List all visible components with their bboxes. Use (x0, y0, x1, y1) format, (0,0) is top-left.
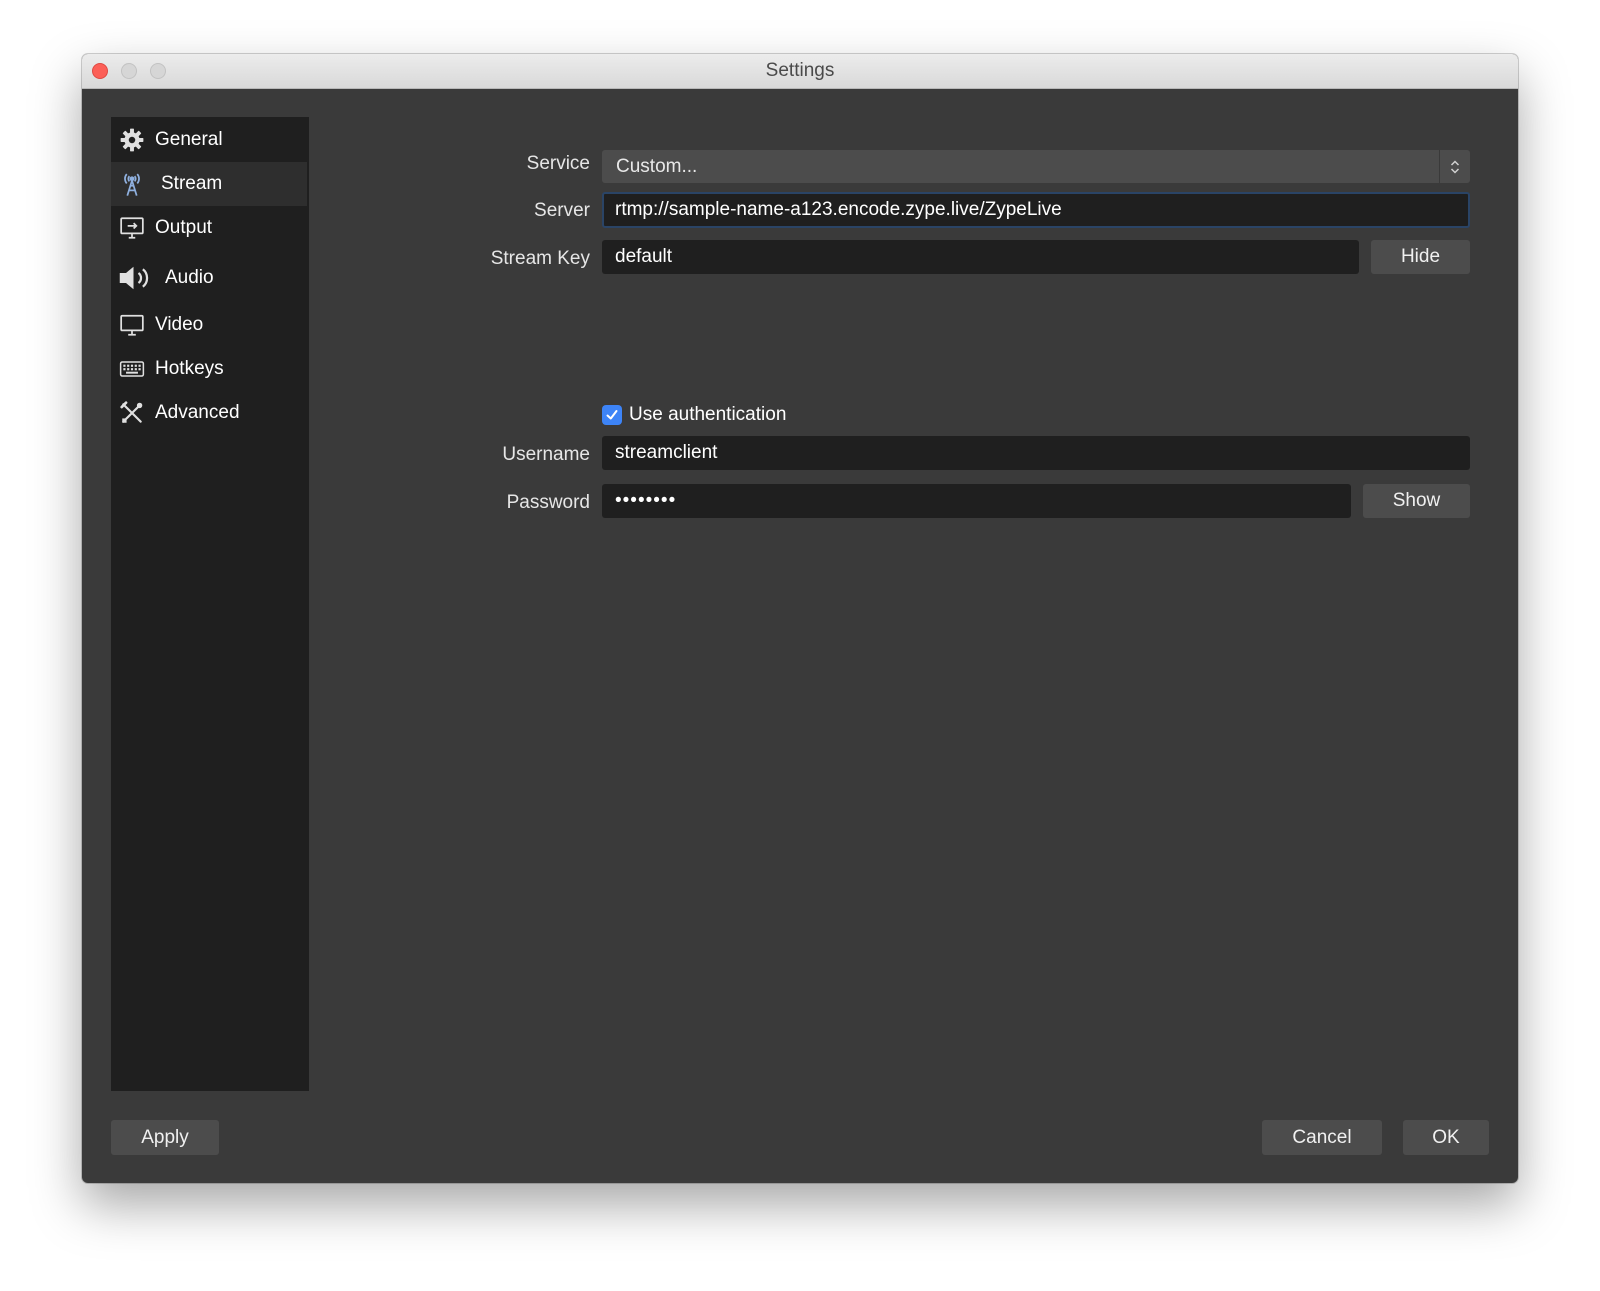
sidebar-item-advanced[interactable]: Advanced (111, 391, 307, 435)
service-label: Service (526, 153, 590, 174)
checkmark-icon (606, 410, 618, 420)
monitor-icon (117, 310, 147, 340)
sidebar-item-label: Output (155, 217, 213, 238)
ok-button[interactable]: OK (1403, 1120, 1489, 1155)
show-password-button[interactable]: Show (1363, 484, 1470, 518)
hide-stream-key-button[interactable]: Hide (1371, 240, 1470, 274)
select-stepper-icon (1439, 150, 1470, 183)
settings-window: Settings General Stream Output Audio Vid… (82, 54, 1518, 1183)
speaker-icon (117, 263, 155, 293)
sidebar-item-general[interactable]: General (111, 118, 307, 162)
username-label: Username (502, 444, 590, 465)
settings-sidebar: General Stream Output Audio Video Hotkey… (111, 117, 309, 1091)
password-label: Password (506, 492, 590, 513)
sidebar-item-label: Video (155, 314, 204, 335)
password-input[interactable]: •••••••• (602, 484, 1351, 518)
sidebar-item-label: Audio (165, 267, 214, 288)
password-value: •••••••• (615, 490, 677, 511)
service-select[interactable]: Custom... (602, 150, 1470, 183)
gear-icon (117, 125, 147, 155)
sidebar-item-stream[interactable]: Stream (111, 162, 307, 206)
sidebar-item-label: Stream (161, 173, 223, 194)
server-input[interactable]: rtmp://sample-name-a123.encode.zype.live… (602, 192, 1470, 228)
sidebar-item-hotkeys[interactable]: Hotkeys (111, 347, 307, 391)
window-title: Settings (765, 60, 835, 81)
sidebar-item-video[interactable]: Video (111, 303, 307, 347)
stream-key-input[interactable]: default (602, 240, 1359, 274)
sidebar-item-label: Hotkeys (155, 358, 224, 379)
sidebar-item-audio[interactable]: Audio (111, 253, 307, 303)
use-authentication-checkbox[interactable] (602, 405, 622, 425)
username-input[interactable]: streamclient (602, 436, 1470, 470)
sidebar-item-label: Advanced (155, 402, 240, 423)
server-input-value: rtmp://sample-name-a123.encode.zype.live… (615, 199, 1062, 220)
service-selected-value: Custom... (616, 156, 698, 177)
stream-key-value: default (615, 246, 673, 267)
stream-key-label: Stream Key (490, 248, 590, 269)
antenna-icon (117, 169, 147, 199)
server-label: Server (534, 200, 590, 221)
username-value: streamclient (615, 442, 718, 463)
output-icon (117, 213, 147, 243)
cancel-button[interactable]: Cancel (1262, 1120, 1382, 1155)
sidebar-item-label: General (155, 129, 223, 150)
tools-icon (117, 398, 147, 428)
title-bar: Settings (82, 54, 1518, 89)
use-authentication-label: Use authentication (629, 404, 787, 425)
keyboard-icon (117, 354, 147, 384)
use-authentication-row[interactable]: Use authentication (602, 401, 786, 429)
sidebar-item-output[interactable]: Output (111, 206, 307, 250)
apply-button[interactable]: Apply (111, 1120, 219, 1155)
